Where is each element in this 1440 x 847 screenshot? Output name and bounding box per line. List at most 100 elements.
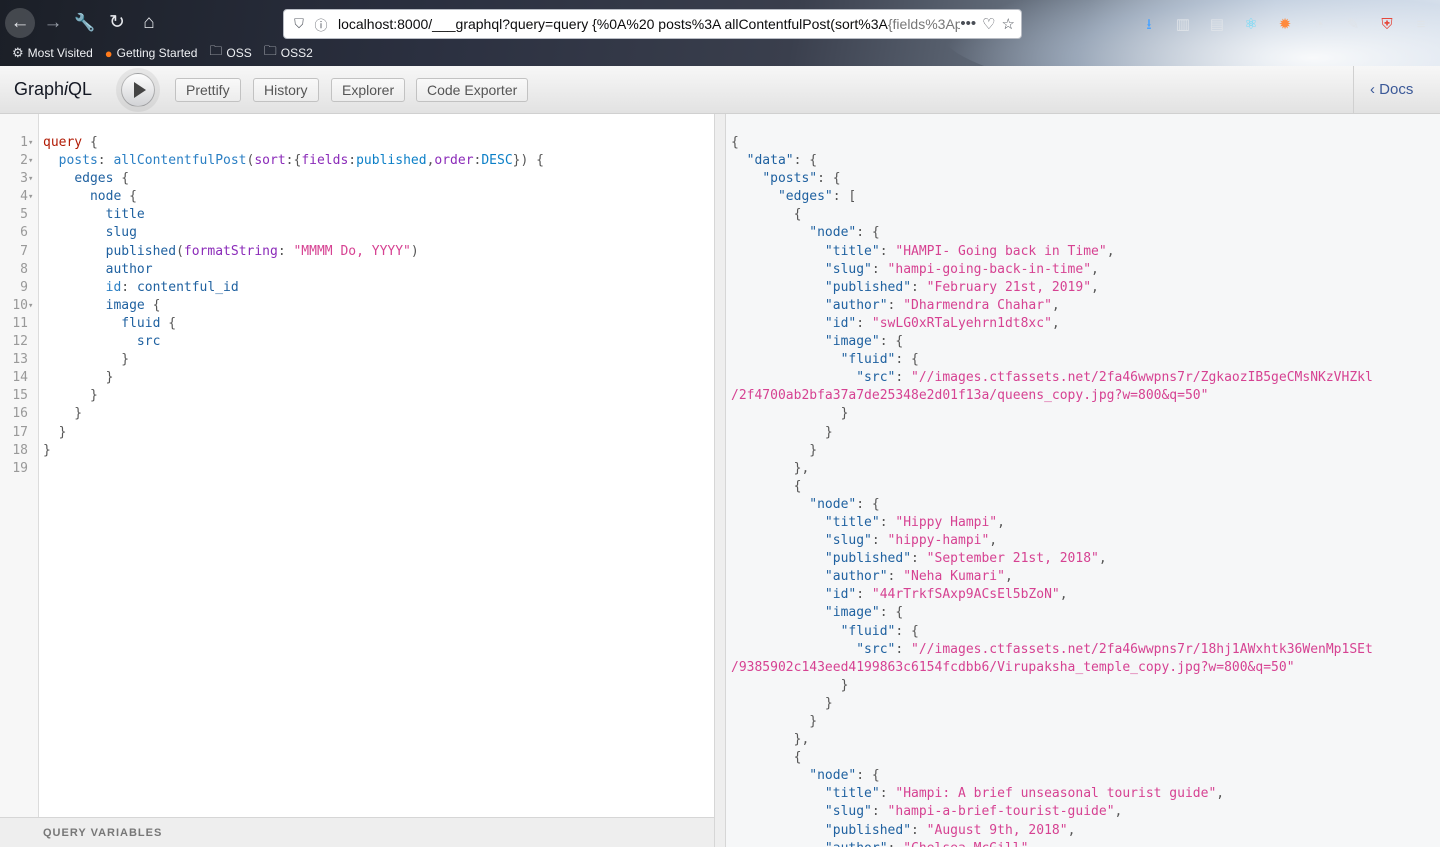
menu-icon[interactable]: ≡ [1410,14,1432,36]
result-viewer[interactable]: ▾▾▾▾▾▾ ▾ ▾▾ ▾ ▾▾ { "data": { "posts": { … [726,114,1440,847]
line-number: 15 [12,388,28,404]
reader-view-icon[interactable]: ▤ [1206,14,1228,36]
result-line: "title": "HAMPI- Going back in Time", [824,243,1115,259]
result-line: "author": "Chelsea McGill", [731,840,1373,847]
result-code: { "data": { "posts": { "edges": [ { "nod… [731,134,1373,847]
browser-chrome: ← → 🔧 ↻ ⌂ ⛉ ⓘ localhost:8000/___graphql?… [0,0,1440,66]
bookmark-folder-oss2[interactable]: 🗀 OSS2 [264,43,313,63]
execute-query-button[interactable] [121,73,155,107]
wrench-icon[interactable]: 🔧 [70,8,100,38]
fold-markers: ▾ ▾ ▾ ▾ ▾ [28,134,38,478]
query-code[interactable]: query { posts: allContentfulPost(sort:{f… [43,134,544,478]
graphiql-title: GraphiQL [14,79,93,99]
forward-arrow-icon[interactable]: → [38,8,68,38]
graphiql-topbar: GraphiQL Prettify History Explorer Code … [0,66,1440,114]
code-exporter-button[interactable]: Code Exporter [416,78,529,102]
url-text[interactable]: localhost:8000/___graphql?query=query {%… [332,16,960,32]
page-actions-icon[interactable]: ••• [960,15,976,33]
shield-extension-icon[interactable]: ⛨ [1376,14,1398,36]
prettify-button[interactable]: Prettify [175,78,241,102]
line-number: 9 [20,279,28,295]
browser-toolbar-right: ⭳ ▥ ▤ ⚛ ✹ ◔ ✎ ⛨ ≡ [1138,14,1432,36]
line-number: 16 [12,406,28,422]
query-line: published(formatString: "MMMM Do, YYYY") [105,243,419,259]
query-line: id: contentful_id [105,279,239,295]
result-line: "fluid": { [840,352,919,368]
library-icon[interactable]: ▥ [1172,14,1194,36]
line-number: 4 [20,189,28,205]
bookmark-most-visited[interactable]: ⚙ Most Visited [12,43,93,63]
url-bar[interactable]: ⛉ ⓘ localhost:8000/___graphql?query=quer… [283,9,1022,39]
result-line: "image": { [824,605,904,621]
query-line: edges { [74,171,130,187]
explorer-button[interactable]: Explorer [331,78,406,102]
line-number: 8 [20,261,28,277]
line-number: 6 [20,225,28,241]
docs-area: ‹ Docs [1353,66,1440,114]
query-editor[interactable]: 1 2 3 4 5 6 7 8 9 10 11 12 13 14 15 16 17 18 19 ▾ ▾ ▾ ▾ ▾ que… [0,114,714,847]
bookmark-label: OSS2 [280,46,313,60]
result-line: "author": "Dharmendra Chahar", [824,297,1060,313]
site-info-icon[interactable]: ⓘ [310,15,332,34]
query-variables-header[interactable]: QUERY VARIABLES [0,817,714,847]
back-arrow-icon[interactable]: ← [5,8,35,38]
line-number: 1 [20,135,28,150]
result-line: "node": { [809,768,880,784]
bookmark-getting-started[interactable]: ● Getting Started [105,43,198,63]
line-number: 13 [12,352,28,368]
query-line: fluid { [121,315,177,331]
result-line: { [731,207,802,223]
bookmark-star-icon[interactable]: ☆ [1002,15,1015,33]
result-line: /2f4700ab2bfa37a7de25348e2d01f13a/queens… [731,388,1209,404]
result-line: "author": "Neha Kumari", [824,569,1013,585]
download-icon[interactable]: ⭳ [1138,14,1160,36]
result-line: /9385902c143eed4199863c6154fcdbb6/Virupa… [731,659,1295,675]
bookmarks-bar: ⚙ Most Visited ● Getting Started 🗀 OSS 🗀 OSS… [0,43,313,63]
line-number: 10 [12,297,28,313]
extension-icon[interactable]: ◔ [1308,14,1330,36]
query-line: } [43,406,83,422]
pane-divider[interactable] [714,114,726,847]
react-devtools-icon[interactable]: ⚛ [1240,14,1262,36]
history-button[interactable]: History [253,78,319,102]
fold-arrow-icon[interactable]: ▾ [28,134,38,152]
fold-arrow-icon[interactable]: ▾ [28,170,38,188]
result-line: }, [731,732,810,748]
reload-icon[interactable]: ↻ [102,8,132,38]
query-line: } [43,424,67,440]
query-line: slug [105,225,137,241]
fold-arrow-icon[interactable]: ▾ [28,188,38,206]
line-number: 18 [12,442,28,458]
query-line: } [43,352,130,368]
folder-icon: 🗀 [209,43,223,58]
result-line: } [731,714,818,729]
chevron-left-icon: ‹ [1370,81,1380,98]
docs-button[interactable]: ‹ Docs [1370,81,1413,98]
tracking-shield-icon[interactable]: ⛉ [288,16,310,32]
result-line: "image": { [824,334,904,350]
pocket-icon[interactable]: ♡ [982,15,995,33]
bookmark-label: Most Visited [27,46,93,60]
line-numbers: 1 2 3 4 5 6 7 8 9 10 11 12 13 14 15 16 17 18 19 [0,134,28,478]
fold-arrow-icon[interactable]: ▾ [28,297,38,315]
eyedropper-icon[interactable]: ✎ [1342,14,1364,36]
bookmark-folder-oss[interactable]: 🗀 OSS [209,43,251,63]
firebug-icon[interactable]: ✹ [1274,14,1296,36]
line-number: 17 [12,424,28,440]
result-line: { [731,135,739,150]
result-line: } [731,406,849,422]
line-number: 14 [12,370,28,386]
result-line: "id": "swLG0xRTaLyehrn1dt8xc", [824,315,1060,331]
result-line: "published": "August 9th, 2018", [824,822,1076,838]
result-line: "published": "September 21st, 2018", [824,551,1107,567]
firefox-icon: ● [104,45,113,61]
home-icon[interactable]: ⌂ [134,8,164,38]
fold-arrow-icon[interactable]: ▾ [28,152,38,170]
